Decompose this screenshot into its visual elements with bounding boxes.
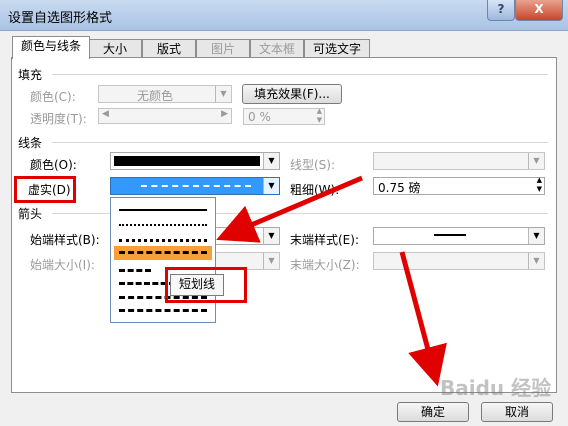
tab-size[interactable]: 大小 [88,39,142,58]
fill-color-select: 无颜色 ▼ [98,85,232,103]
line-style-select: ▼ [373,152,545,170]
dash-option-square-dot[interactable] [119,239,207,242]
help-button[interactable]: ? [487,0,515,21]
chevron-down-icon: ▼ [263,253,279,269]
close-button[interactable]: X [515,0,563,21]
window-title: 设置自选图形格式 [8,11,113,26]
chevron-down-icon: ▼ [215,86,231,102]
end-size-select: ▼ [373,252,545,270]
line-color-label: 颜色(O): [30,158,77,172]
begin-size-label: 始端大小(I): [30,258,95,272]
tab-layout[interactable]: 版式 [142,39,196,58]
end-size-label: 末端大小(Z): [290,258,360,272]
dash-option-solid[interactable] [119,209,207,211]
slider-right-icon: ▶ [221,109,228,119]
dash-select[interactable]: ▼ [110,177,280,195]
end-style-preview [434,234,466,236]
spin-icon: ▲ ▼ [316,107,322,124]
cancel-button[interactable]: 取消 [481,402,553,422]
transparency-input: 0 % ▲ ▼ [243,107,325,125]
dash-option-round-dot[interactable] [119,224,207,226]
transparency-slider: ◀ ▶ [98,108,232,124]
dash-option-dash [119,251,207,254]
tab-colors-lines[interactable]: 颜色与线条 [12,36,90,59]
transparency-label: 透明度(T): [30,112,87,126]
tab-textbox: 文本框 [250,39,304,58]
line-weight-value: 0.75 磅 [378,181,421,195]
arrows-section-label: 箭头 [18,207,43,221]
fill-effects-button[interactable]: 填充效果(F)... [242,84,342,104]
dash-preview [141,185,251,187]
begin-style-label: 始端样式(B): [30,233,100,247]
end-style-label: 末端样式(E): [290,233,359,247]
tab-picture: 图片 [196,39,250,58]
tab-alt-text[interactable]: 可选文字 [304,39,370,58]
dash-option-dash-dot[interactable] [119,269,151,272]
annotation-box-tooltip [165,267,247,303]
fill-divider [52,74,548,75]
transparency-value: 0 % [248,110,271,124]
line-weight-label: 粗细(W): [290,183,340,197]
dash-style-dropdown[interactable] [110,197,216,323]
chevron-down-icon: ▼ [528,153,544,169]
annotation-box-dash-label [14,176,76,203]
chevron-down-icon: ▼ [263,153,279,169]
chevron-down-icon: ▼ [528,228,544,244]
line-color-select[interactable]: ▼ [110,152,280,170]
fill-color-value: 无颜色 [137,89,174,103]
fill-section-label: 填充 [18,68,43,82]
chevron-down-icon: ▼ [528,253,544,269]
fill-color-label: 颜色(C): [30,90,76,104]
ok-button[interactable]: 确定 [397,402,469,422]
line-weight-input[interactable]: 0.75 磅 ▲ ▼ [373,176,545,195]
line-divider [52,142,548,143]
dash-option-long-dash-dot-dot[interactable] [119,309,207,312]
dash-option-dash-highlight[interactable] [114,246,212,260]
watermark: Baidu 经验 [440,376,552,400]
chevron-down-icon: ▼ [263,178,279,194]
line-style-label: 线型(S): [290,158,336,172]
slider-left-icon: ◀ [102,109,109,119]
spin-icon[interactable]: ▲ ▼ [537,176,542,194]
title-bar: 设置自选图形格式 ? X [0,0,568,31]
line-section-label: 线条 [18,136,43,150]
line-color-swatch [114,156,260,166]
chevron-down-icon: ▼ [263,228,279,244]
end-style-select[interactable]: ▼ [373,227,545,245]
